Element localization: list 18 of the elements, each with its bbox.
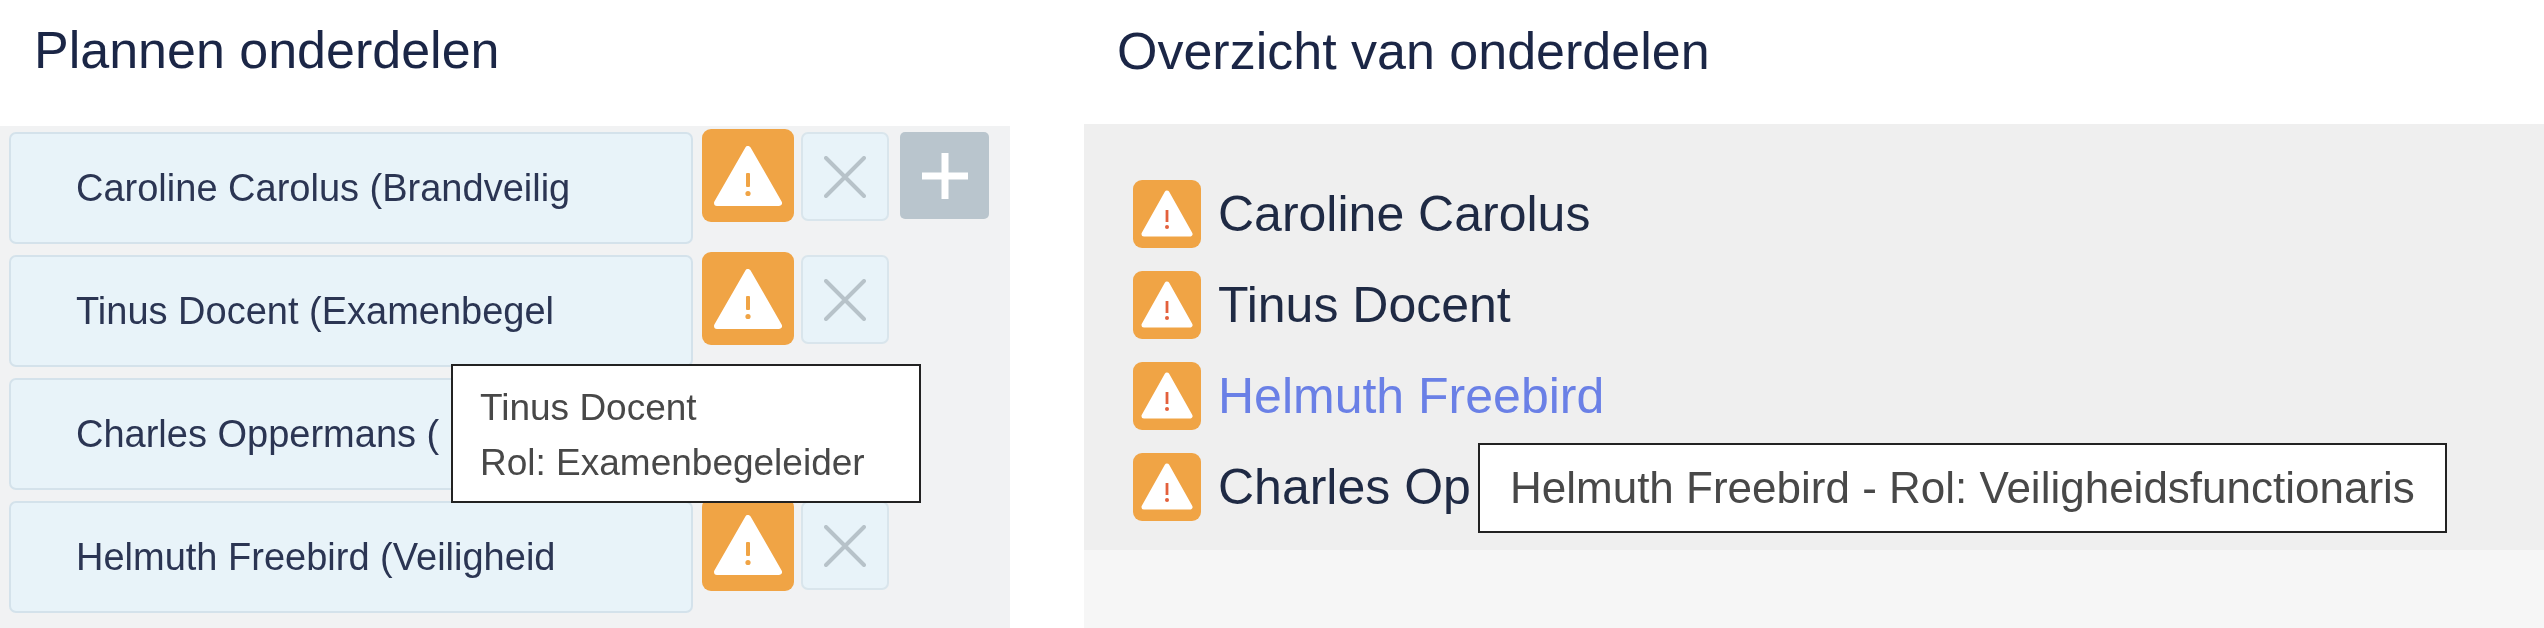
participant-field[interactable]: Tinus Docent (Examenbegel bbox=[9, 255, 693, 367]
participant-link[interactable]: Charles Op bbox=[1218, 455, 1471, 519]
participant-link[interactable]: Tinus Docent bbox=[1218, 273, 1511, 337]
close-icon bbox=[824, 278, 866, 321]
participant-field[interactable]: Helmuth Freebird (Veiligheid bbox=[9, 501, 693, 613]
section-title: Overzicht van onderdelen bbox=[1117, 21, 1710, 82]
tooltip-text: Helmuth Freebird - Rol: Veiligheidsfunctionaris bbox=[1510, 462, 2415, 514]
participant-link[interactable]: Caroline Carolus bbox=[1218, 182, 1591, 246]
warning-icon bbox=[714, 145, 782, 206]
plus-icon bbox=[921, 152, 968, 199]
warning-icon bbox=[714, 514, 782, 575]
close-icon bbox=[824, 524, 866, 567]
close-icon bbox=[824, 155, 866, 198]
remove-button[interactable] bbox=[801, 501, 889, 590]
add-button[interactable] bbox=[900, 132, 989, 219]
participant-field[interactable]: Caroline Carolus (Brandveilig bbox=[9, 132, 693, 244]
warning-icon bbox=[714, 268, 782, 329]
section-title: Plannen onderdelen bbox=[34, 20, 500, 81]
